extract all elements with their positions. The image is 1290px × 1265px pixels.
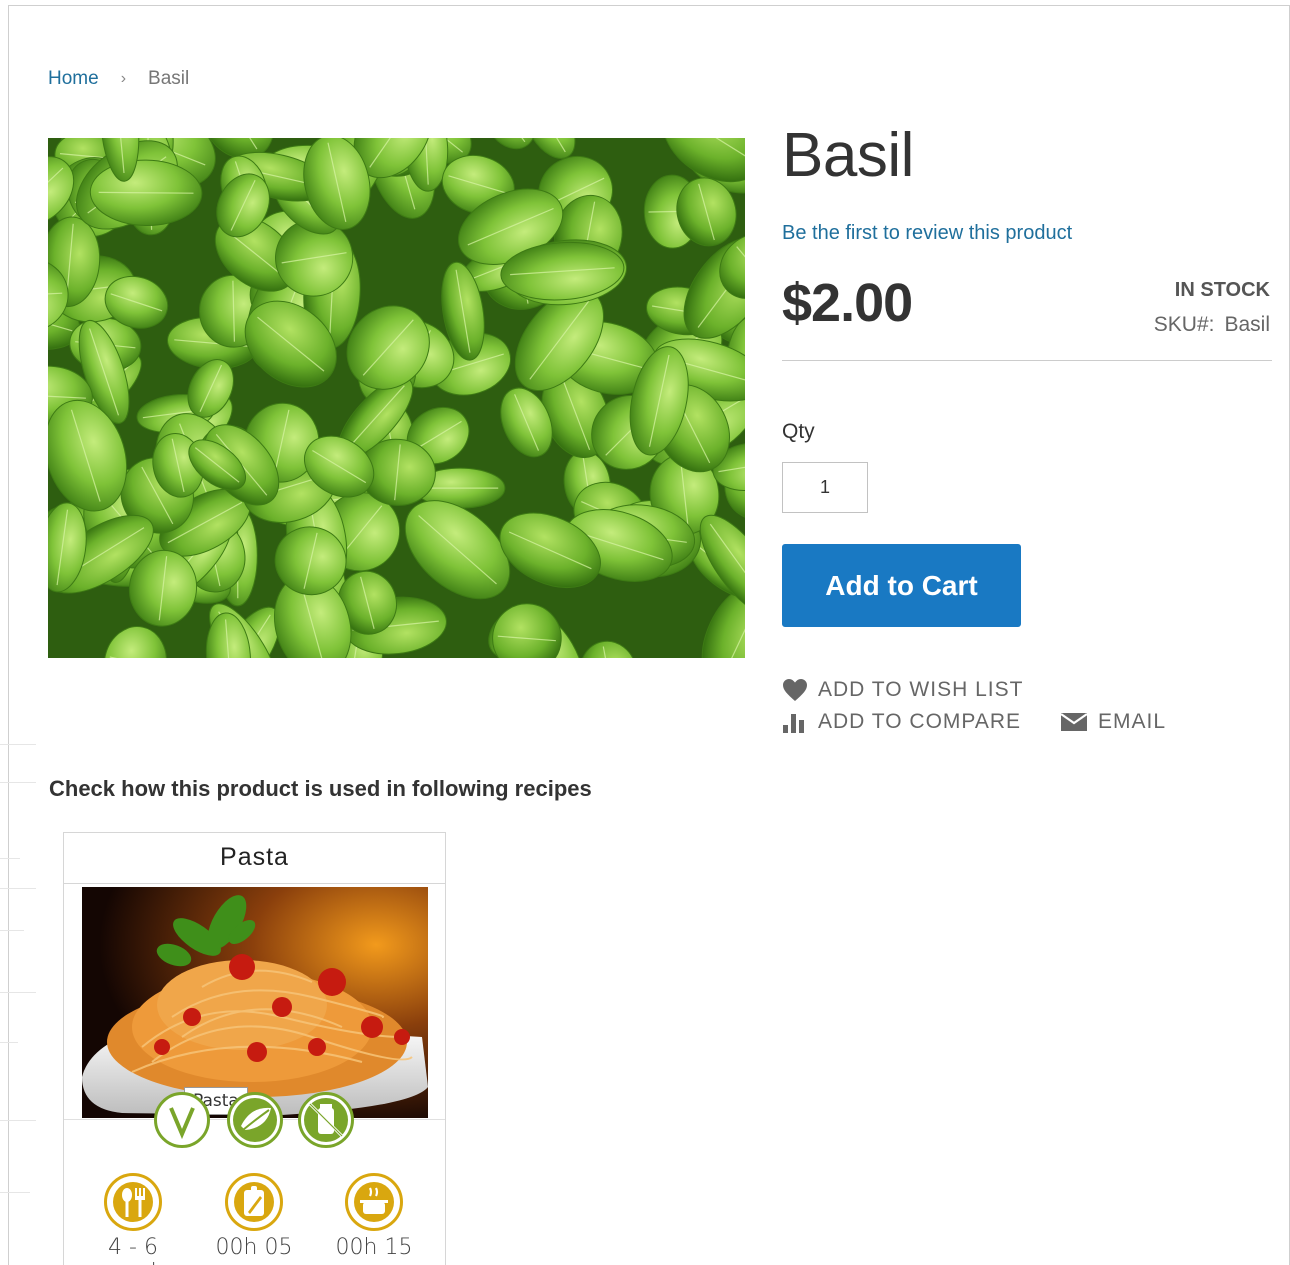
cutting-board-icon xyxy=(225,1173,283,1231)
cooking-pot-icon xyxy=(345,1173,403,1231)
pasta-dish-photo xyxy=(82,887,428,1118)
free-from-icon xyxy=(298,1092,354,1148)
bar-chart-icon xyxy=(783,714,804,733)
add-to-cart-button[interactable]: Add to Cart xyxy=(782,544,1021,627)
email-label: EMAIL xyxy=(1098,710,1167,733)
email-link[interactable]: EMAIL xyxy=(1060,710,1166,734)
qty-label: Qty xyxy=(782,420,815,443)
wishlist-label: ADD TO WISH LIST xyxy=(818,678,1024,701)
prep-time-stat: 00h 05 xyxy=(199,1173,309,1260)
breadcrumb-current: Basil xyxy=(148,68,190,89)
recipe-image[interactable]: Pasta xyxy=(82,887,428,1118)
vegan-icon xyxy=(227,1092,283,1148)
divider xyxy=(782,360,1272,361)
breadcrumb-separator: › xyxy=(120,70,127,87)
cutlery-icon xyxy=(104,1173,162,1231)
product-title: Basil xyxy=(782,121,914,190)
vegetarian-icon xyxy=(154,1092,210,1148)
divider xyxy=(64,883,445,884)
breadcrumb: Home › Basil xyxy=(48,68,189,90)
basil-leaves-photo xyxy=(48,138,745,658)
heart-icon xyxy=(783,679,807,701)
compare-label: ADD TO COMPARE xyxy=(818,710,1022,733)
sku-label: SKU#: xyxy=(1153,313,1215,336)
add-to-wishlist-link[interactable]: ADD TO WISH LIST xyxy=(782,678,1023,702)
recipe-title[interactable]: Pasta xyxy=(64,843,445,872)
cook-time-value: 00h 15 xyxy=(335,1235,413,1260)
recipes-heading: Check how this product is used in follow… xyxy=(49,776,592,801)
add-to-compare-link[interactable]: ADD TO COMPARE xyxy=(782,710,1021,734)
product-price: $2.00 xyxy=(782,273,913,333)
prep-time-value: 00h 05 xyxy=(215,1235,293,1260)
review-link[interactable]: Be the first to review this product xyxy=(782,222,1072,245)
sku: SKU#: Basil xyxy=(1154,313,1270,337)
stock-status: IN STOCK xyxy=(1174,279,1270,301)
recipe-card[interactable]: Pasta Pasta 4 - 6 00h 05 00h 15 xyxy=(63,832,446,1265)
servings-value: 4 - 6 people xyxy=(96,1235,171,1265)
product-image[interactable] xyxy=(48,138,745,658)
cook-time-stat: 00h 15 xyxy=(319,1173,429,1260)
envelope-icon xyxy=(1060,713,1088,731)
breadcrumb-home-link[interactable]: Home xyxy=(48,68,99,90)
sku-value: Basil xyxy=(1224,313,1270,336)
servings-stat: 4 - 6 people xyxy=(78,1173,188,1265)
edge-decoration xyxy=(0,730,40,1230)
qty-input[interactable] xyxy=(782,462,868,513)
